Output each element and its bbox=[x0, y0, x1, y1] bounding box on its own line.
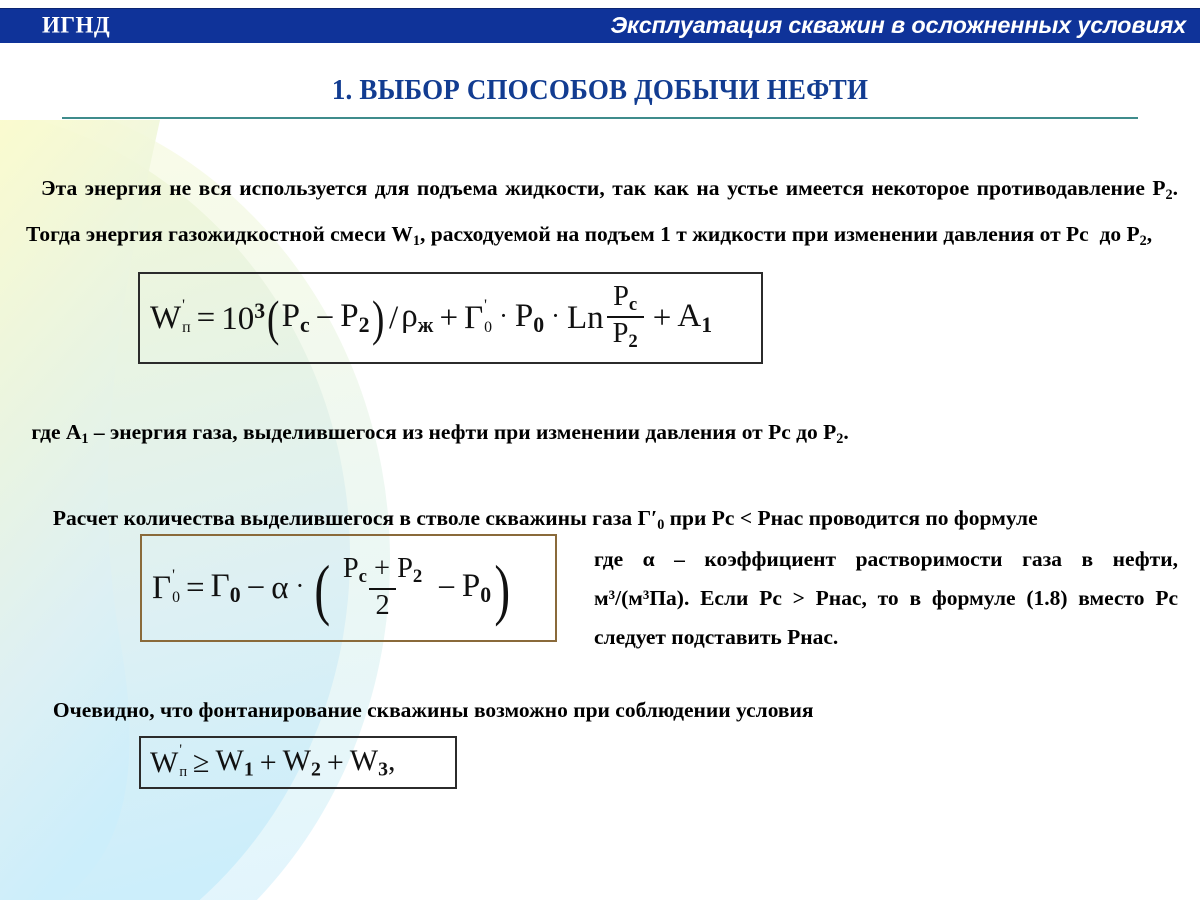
paragraph-alpha-definition: где α – коэффициент растворимости газа в… bbox=[594, 546, 1178, 649]
title-divider-rule bbox=[62, 117, 1138, 119]
header-bar: ИГНД Эксплуатация скважин в осложненных … bbox=[0, 6, 1200, 46]
formula-1-p2: P2 bbox=[340, 297, 370, 338]
formula-box-flow-condition: W ' п ≥ W1 + W2 + W3, bbox=[139, 736, 457, 789]
slide-title: 1. ВЫБОР СПОСОБОВ ДОБЫЧИ НЕФТИ bbox=[331, 74, 869, 106]
header-organization-label: ИГНД bbox=[42, 12, 111, 38]
formula-1-divide: / bbox=[389, 299, 399, 336]
formula-2-p0: P0 bbox=[461, 567, 492, 608]
formula-1-rho: ρж bbox=[401, 297, 434, 338]
formula-1-minus: − bbox=[315, 299, 335, 336]
formula-1-equals: = bbox=[196, 299, 216, 336]
formula-box-gas-factor: Γ ' 0 = Γ0 − α · ( Pc + P2 2 − P0 ) bbox=[140, 534, 557, 642]
formula-1-a1: A1 bbox=[677, 297, 713, 338]
formula-1-ten: 103 bbox=[221, 298, 266, 337]
formula-1-gamma: Γ bbox=[464, 299, 484, 336]
formula-3-lhs-scripts: ' п bbox=[179, 742, 188, 781]
formula-1-pc: Pc bbox=[281, 297, 310, 338]
paragraph-a1-definition: где A1 – энергия газа, выделившегося из … bbox=[26, 419, 849, 447]
formula-1-ln: Ln bbox=[566, 299, 604, 336]
formula-2-close-paren: ) bbox=[494, 552, 511, 628]
formula-2-alpha: α bbox=[271, 569, 289, 606]
paragraph-energy-intro: Эта энергия не вся используется для подъ… bbox=[26, 175, 1178, 250]
formula-2-mean-fraction: Pc + P2 2 bbox=[342, 552, 423, 621]
formula-1-plus-1: + bbox=[439, 299, 459, 336]
formula-2-minus-1: − bbox=[246, 569, 266, 606]
formula-1-cdot-1: · bbox=[499, 299, 508, 330]
formula-1-close-paren: ) bbox=[371, 291, 384, 347]
formula-3-w1: W1 bbox=[215, 743, 254, 781]
formula-1-plus-2: + bbox=[652, 299, 672, 336]
formula-2-equals: = bbox=[186, 569, 205, 606]
slide-content: Эта энергия не вся используется для подъ… bbox=[0, 0, 1200, 900]
formula-3-plus-1: + bbox=[259, 745, 277, 779]
formula-3-lhs: W bbox=[150, 745, 179, 779]
formula-1-p0: P0 bbox=[514, 297, 545, 338]
formula-3-plus-2: + bbox=[326, 745, 344, 779]
formula-1-log-fraction: Pc P2 bbox=[606, 282, 644, 352]
header-course-title: Эксплуатация скважин в осложненных услов… bbox=[610, 11, 1186, 38]
formula-1-expression: W ' п = 103 ( Pc − P2 ) / ρж + Γ ' 0 · P0 · … bbox=[140, 274, 761, 362]
formula-2-expression: Γ ' 0 = Γ0 − α · ( Pc + P2 2 − P0 ) bbox=[142, 536, 555, 640]
formula-3-w2: W2 bbox=[282, 743, 321, 781]
paragraph-flowing-condition: Очевидно, что фонтанирование скважины во… bbox=[26, 697, 814, 722]
formula-2-gamma0: Γ0 bbox=[210, 567, 241, 608]
formula-2-lhs: Γ bbox=[152, 569, 172, 606]
formula-2-minus-2: − bbox=[437, 569, 456, 606]
formula-1-gamma-scripts: ' 0 bbox=[484, 297, 493, 337]
formula-1-cdot-2: · bbox=[551, 299, 560, 330]
formula-2-cdot: · bbox=[295, 569, 305, 600]
formula-box-energy-gas-liquid: W ' п = 103 ( Pc − P2 ) / ρж + Γ ' 0 · P0 · … bbox=[138, 272, 763, 364]
formula-3-comma: , bbox=[388, 743, 396, 777]
formula-2-lhs-scripts: ' 0 bbox=[172, 567, 180, 607]
formula-1-lhs: W bbox=[150, 299, 182, 336]
formula-1-open-paren: ( bbox=[267, 291, 280, 347]
formula-3-w3: W3, bbox=[349, 743, 396, 781]
formula-2-open-paren: ( bbox=[314, 552, 331, 628]
formula-1-lhs-scripts: ' п bbox=[182, 297, 191, 337]
formula-3-geq: ≥ bbox=[193, 745, 210, 779]
formula-3-expression: W ' п ≥ W1 + W2 + W3, bbox=[141, 738, 455, 787]
